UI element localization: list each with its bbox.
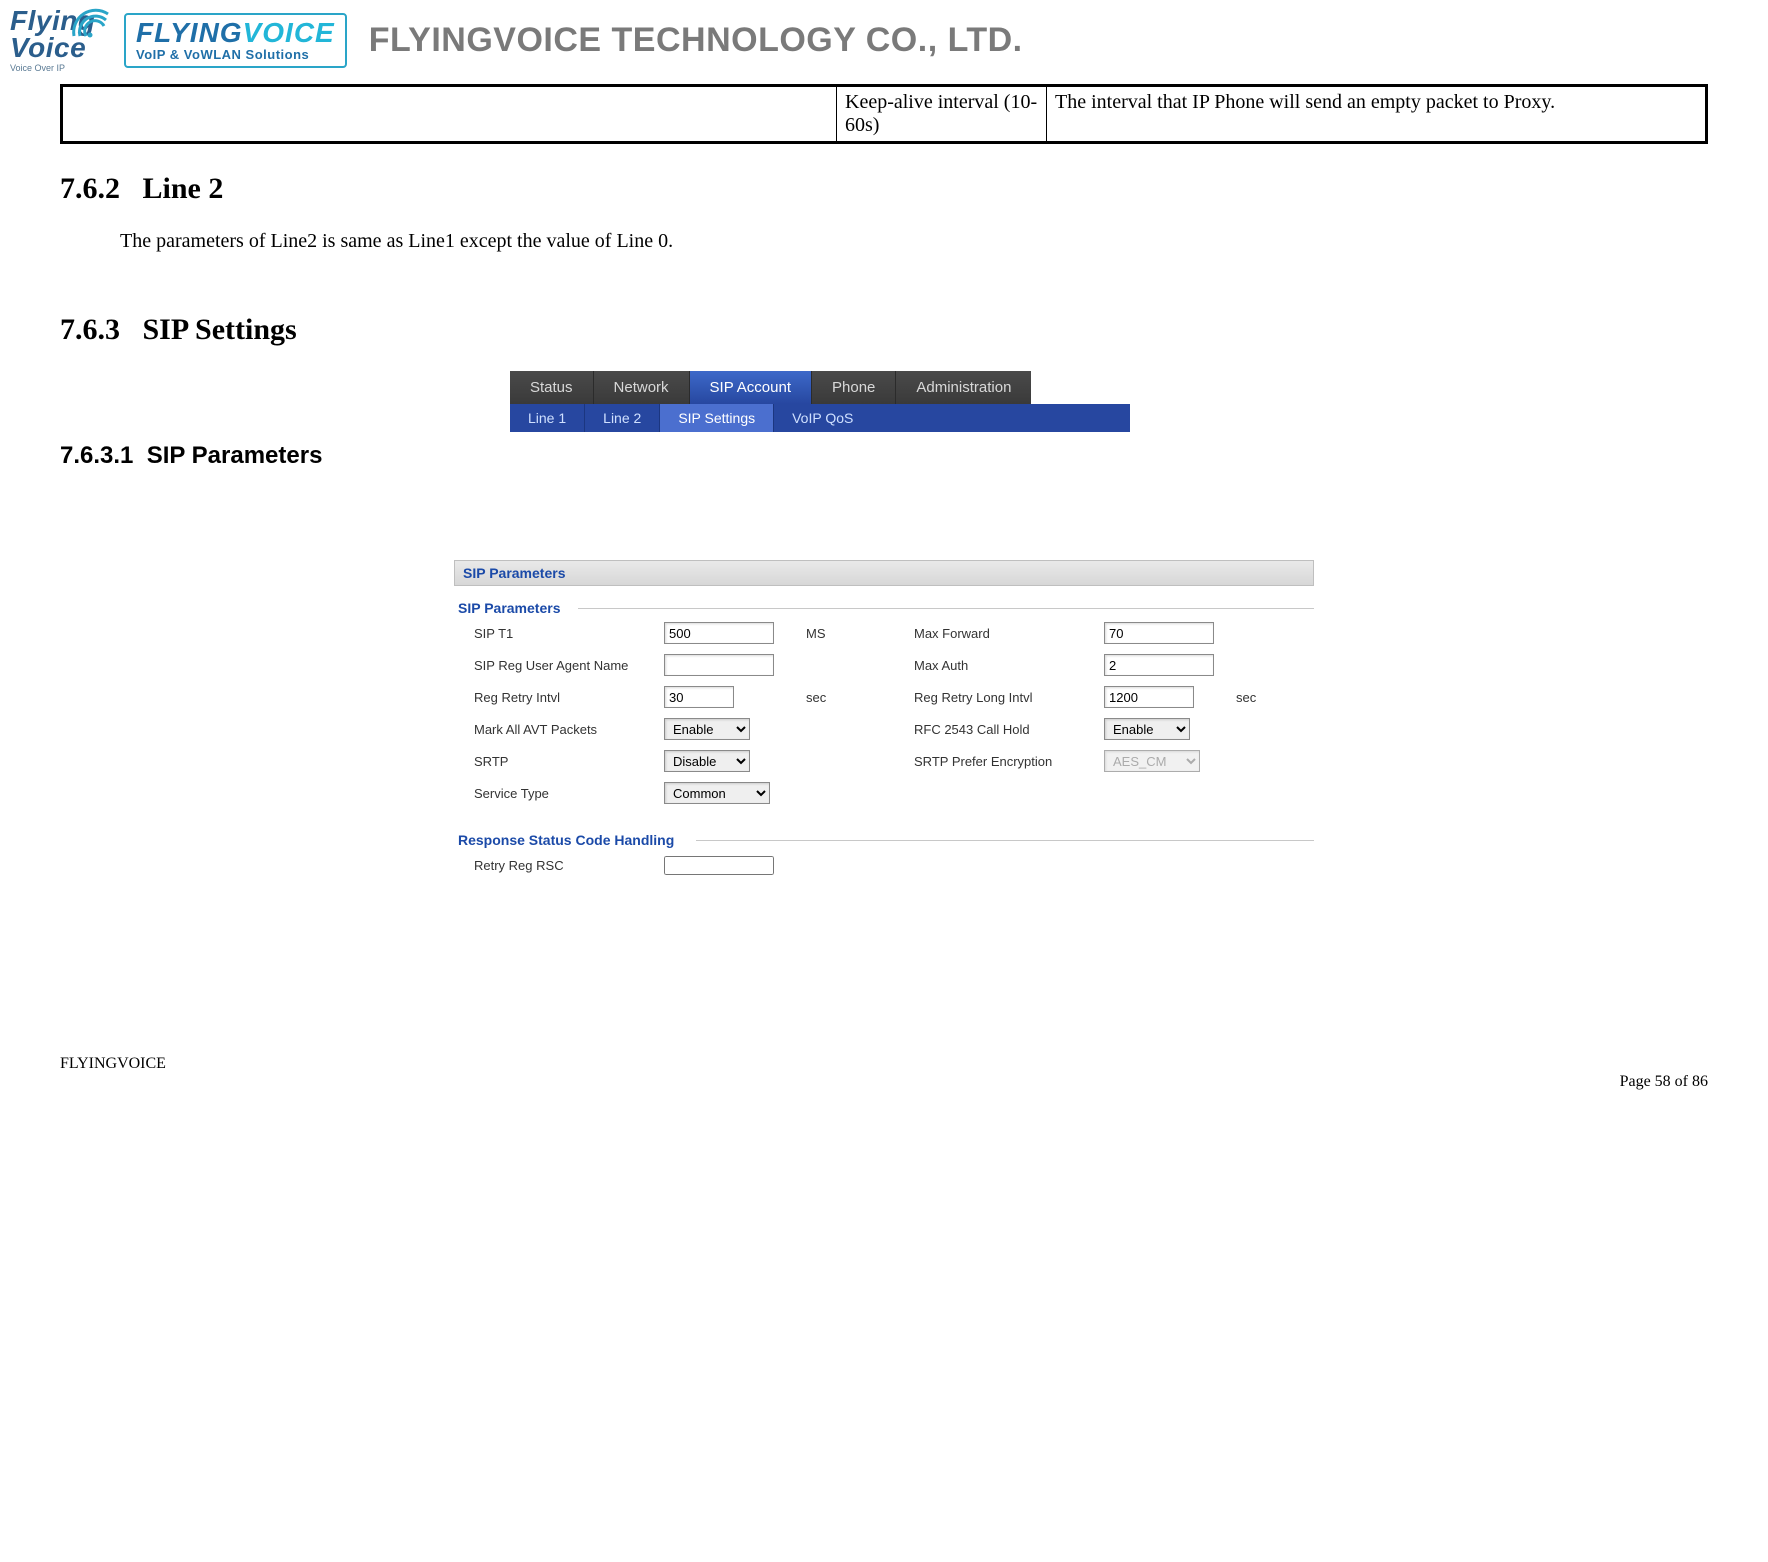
label-max-auth: Max Auth bbox=[914, 658, 1104, 673]
heading-num: 7.6.3 bbox=[60, 313, 120, 346]
label-reg-retry: Reg Retry Intvl bbox=[474, 690, 664, 705]
input-max-auth[interactable] bbox=[1104, 654, 1214, 676]
input-reg-retry-long[interactable] bbox=[1104, 686, 1194, 708]
group-label-text: SIP Parameters bbox=[458, 600, 560, 616]
input-reg-retry[interactable] bbox=[664, 686, 734, 708]
heading-title: SIP Settings bbox=[143, 313, 297, 346]
select-service-type[interactable]: Common bbox=[664, 782, 770, 804]
unit-sec1: sec bbox=[806, 690, 854, 705]
company-name: FLYINGVOICE TECHNOLOGY CO., LTD. bbox=[369, 21, 1023, 60]
label-rfc-callhold: RFC 2543 Call Hold bbox=[914, 722, 1104, 737]
logo-mark: Flying Voice Voice Over IP bbox=[10, 8, 110, 72]
panel-title: SIP Parameters bbox=[454, 560, 1314, 586]
line2-body: The parameters of Line2 is same as Line1… bbox=[120, 230, 1708, 253]
footer-pagecount: Page 58 of 86 bbox=[1620, 1073, 1708, 1091]
unit-sec2: sec bbox=[1236, 690, 1284, 705]
sip-grid: SIP T1 MS Max Forward SIP Reg User Agent… bbox=[474, 622, 1314, 804]
subtab-voip-qos[interactable]: VoIP QoS bbox=[774, 404, 871, 432]
subtab-line1[interactable]: Line 1 bbox=[510, 404, 585, 432]
wifi-arcs-icon bbox=[68, 8, 110, 38]
subtab-sip-settings[interactable]: SIP Settings bbox=[660, 404, 774, 432]
tab-phone[interactable]: Phone bbox=[812, 371, 896, 404]
label-service-type: Service Type bbox=[474, 786, 664, 801]
tab-status[interactable]: Status bbox=[510, 371, 594, 404]
brand-main: FLYINGVOICE bbox=[136, 17, 335, 49]
input-max-forward[interactable] bbox=[1104, 622, 1214, 644]
label-sip-t1: SIP T1 bbox=[474, 626, 664, 641]
logo-text-voice: Voice bbox=[10, 35, 110, 62]
group-label-text: Response Status Code Handling bbox=[458, 832, 674, 848]
heading-line2: 7.6.2 Line 2 bbox=[60, 172, 1708, 206]
footer-center: FLYINGVOICE bbox=[60, 1055, 1708, 1073]
nav-top: Status Network SIP Account Phone Adminis… bbox=[510, 371, 1130, 404]
page-footer: FLYINGVOICE Page 58 of 86 bbox=[60, 1055, 1708, 1085]
nav-screenshot: Status Network SIP Account Phone Adminis… bbox=[510, 371, 1130, 432]
heading-title: SIP Parameters bbox=[147, 442, 323, 469]
table-cell-param: Keep-alive interval (10-60s) bbox=[837, 86, 1047, 143]
unit-ms: MS bbox=[806, 626, 854, 641]
input-user-agent[interactable] bbox=[664, 654, 774, 676]
input-sip-t1[interactable] bbox=[664, 622, 774, 644]
logo-tagline: Voice Over IP bbox=[10, 63, 110, 73]
label-retry-reg-rsc: Retry Reg RSC bbox=[474, 858, 664, 873]
select-mark-avt[interactable]: Enable bbox=[664, 718, 750, 740]
heading-num: 7.6.3.1 bbox=[60, 442, 133, 469]
label-reg-retry-long: Reg Retry Long Intvl bbox=[914, 690, 1104, 705]
heading-sip-parameters: 7.6.3.1 SIP Parameters bbox=[60, 442, 1708, 470]
label-max-forward: Max Forward bbox=[914, 626, 1104, 641]
select-srtp-enc: AES_CM bbox=[1104, 750, 1200, 772]
nav-sub: Line 1 Line 2 SIP Settings VoIP QoS bbox=[510, 404, 1130, 432]
select-srtp[interactable]: Disable bbox=[664, 750, 750, 772]
subtab-line2[interactable]: Line 2 bbox=[585, 404, 660, 432]
table-row: Keep-alive interval (10-60s) The interva… bbox=[62, 86, 1707, 143]
sip-panel: SIP Parameters SIP Parameters SIP T1 MS … bbox=[454, 560, 1314, 875]
heading-title: Line 2 bbox=[143, 172, 224, 205]
brand-sub: VoIP & VoWLAN Solutions bbox=[136, 47, 335, 62]
label-mark-avt: Mark All AVT Packets bbox=[474, 722, 664, 737]
group-response-status: Response Status Code Handling bbox=[458, 832, 1314, 848]
table-cell-desc: The interval that IP Phone will send an … bbox=[1047, 86, 1707, 143]
brand-box: FLYINGVOICE VoIP & VoWLAN Solutions bbox=[124, 13, 347, 68]
label-srtp: SRTP bbox=[474, 754, 664, 769]
keepalive-table: Keep-alive interval (10-60s) The interva… bbox=[60, 84, 1708, 144]
tab-administration[interactable]: Administration bbox=[896, 371, 1031, 404]
tab-sip-account[interactable]: SIP Account bbox=[690, 371, 812, 404]
response-grid: Retry Reg RSC bbox=[474, 856, 1314, 875]
page-header: Flying Voice Voice Over IP FLYINGVOICE V… bbox=[0, 0, 1768, 76]
table-cell-empty bbox=[62, 86, 837, 143]
label-srtp-enc: SRTP Prefer Encryption bbox=[914, 754, 1104, 769]
group-sip-parameters: SIP Parameters bbox=[458, 600, 1314, 616]
select-rfc-callhold[interactable]: Enable bbox=[1104, 718, 1190, 740]
input-retry-reg-rsc[interactable] bbox=[664, 856, 774, 875]
label-user-agent: SIP Reg User Agent Name bbox=[474, 658, 664, 673]
heading-num: 7.6.2 bbox=[60, 172, 120, 205]
heading-sip-settings: 7.6.3 SIP Settings bbox=[60, 313, 1708, 347]
tab-network[interactable]: Network bbox=[594, 371, 690, 404]
